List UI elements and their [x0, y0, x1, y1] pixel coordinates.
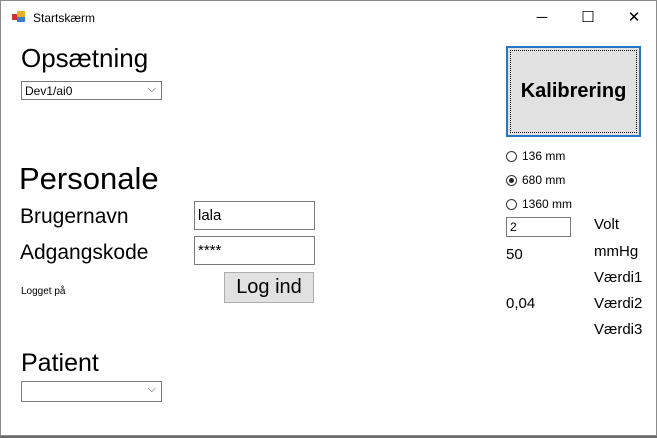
patient-dropdown[interactable]: ⌵	[21, 381, 162, 402]
staff-heading: Personale	[19, 161, 159, 196]
radio-label: 680 mm	[522, 173, 566, 187]
device-value: Dev1/ai0	[25, 83, 73, 98]
start-window: Startskærm ─ ☐ ✕ Opsætning Dev1/ai0 ⌵ Pe…	[0, 0, 657, 436]
value2-value: 0,04	[506, 295, 536, 312]
radio-label: 136 mm	[522, 149, 566, 163]
password-input[interactable]: ****	[194, 236, 315, 265]
mmhg-value: 50	[506, 246, 523, 263]
app-icon	[12, 11, 26, 23]
maximize-button[interactable]: ☐	[565, 1, 611, 33]
radio-136mm[interactable]: 136 mm	[506, 149, 565, 163]
login-button[interactable]: Log ind	[224, 272, 314, 303]
close-button[interactable]: ✕	[611, 1, 657, 33]
radio-checked-icon	[506, 174, 517, 186]
radio-icon	[506, 198, 517, 210]
password-label: Adgangskode	[20, 241, 149, 264]
chevron-down-icon: ⌵	[147, 383, 156, 395]
login-status: Logget på	[21, 286, 66, 297]
device-dropdown[interactable]: Dev1/ai0 ⌵	[21, 81, 162, 100]
volt-label: Volt	[594, 216, 620, 233]
volt-input[interactable]: 2	[506, 217, 571, 237]
patient-heading: Patient	[21, 349, 99, 377]
username-label: Brugernavn	[20, 205, 129, 228]
value3-label: Værdi3	[594, 321, 643, 338]
window-title: Startskærm	[33, 11, 96, 25]
minimize-button[interactable]: ─	[519, 1, 565, 33]
radio-icon	[506, 150, 517, 162]
username-input[interactable]: lala	[194, 201, 315, 230]
chevron-down-icon: ⌵	[147, 83, 156, 95]
radio-label: 1360 mm	[522, 197, 573, 211]
calibration-button[interactable]: Kalibrering	[506, 46, 641, 137]
radio-1360mm[interactable]: 1360 mm	[506, 197, 572, 211]
value2-label: Værdi2	[594, 295, 643, 312]
radio-680mm[interactable]: 680 mm	[506, 173, 565, 187]
setup-heading: Opsætning	[21, 43, 149, 73]
value1-label: Værdi1	[594, 269, 643, 286]
mmhg-label: mmHg	[594, 243, 639, 260]
